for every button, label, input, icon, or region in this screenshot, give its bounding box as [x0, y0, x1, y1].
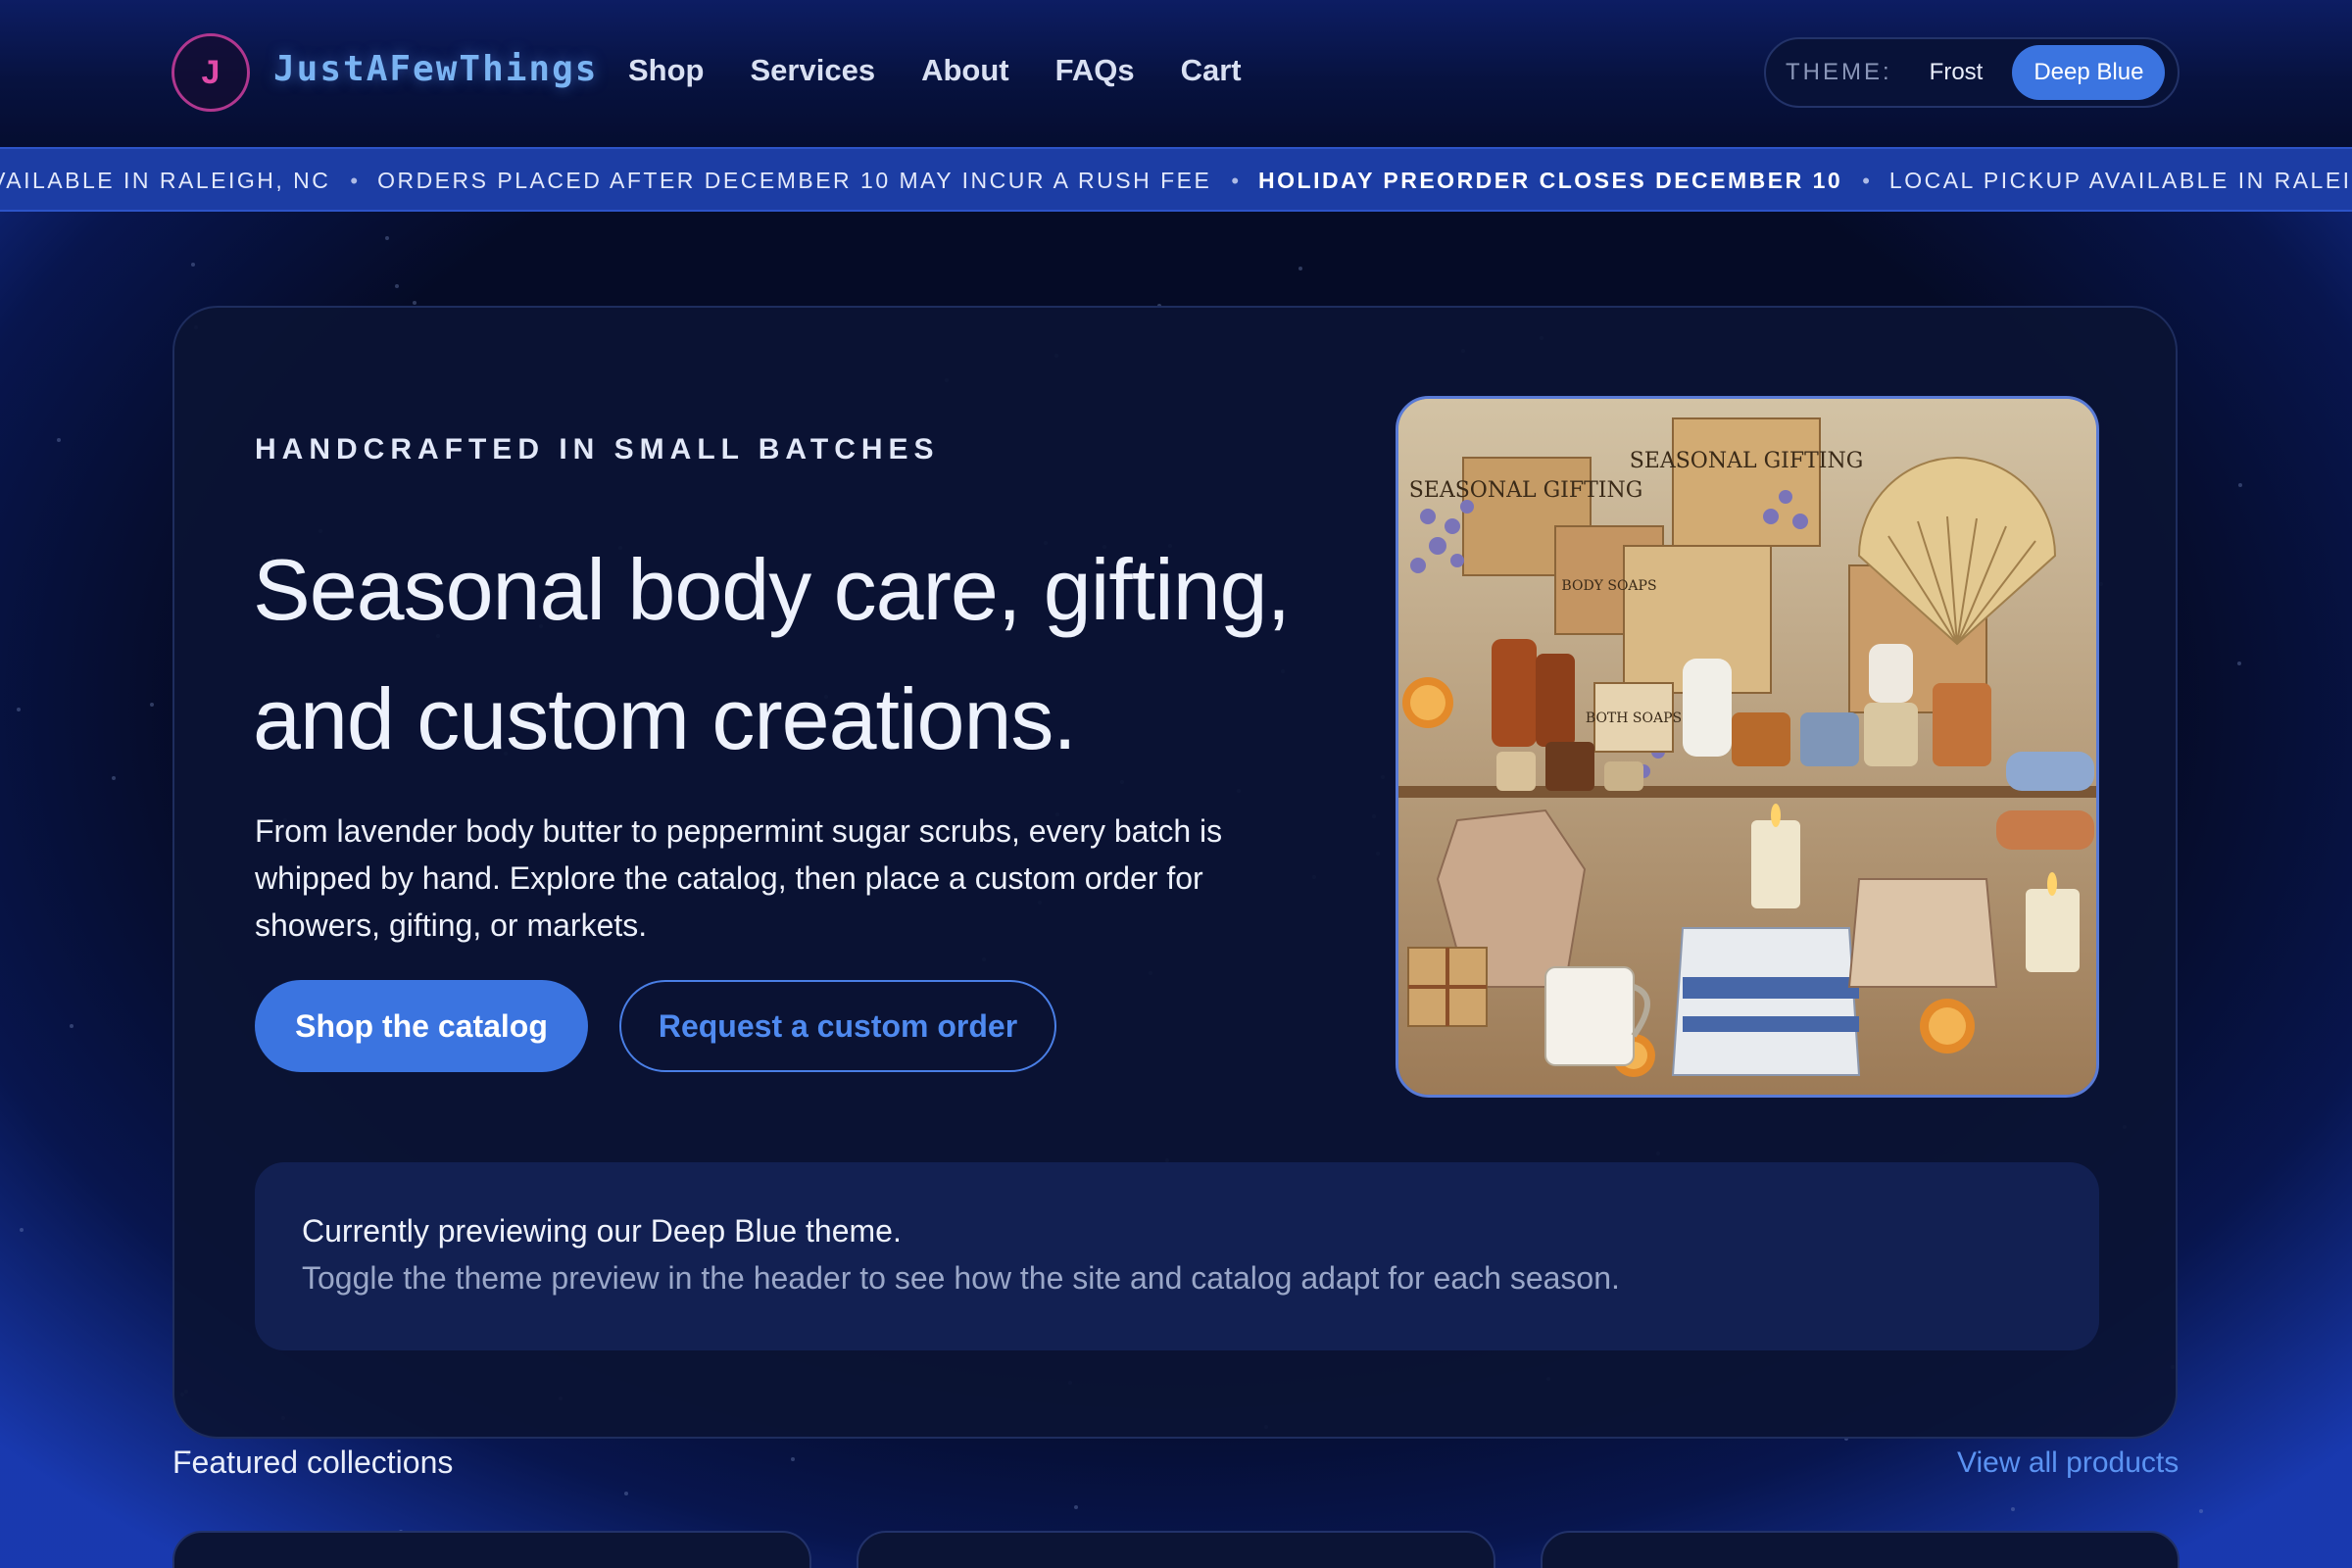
box-label: BOTH SOAPS — [1586, 710, 1682, 726]
view-all-products-link[interactable]: View all products — [1957, 1446, 2179, 1480]
star-dot — [413, 301, 416, 305]
ticker-track: AVAILABLE IN RALEIGH, NC • ORDERS PLACED… — [0, 168, 2352, 194]
nav-services[interactable]: Services — [751, 53, 876, 88]
star-dot — [112, 776, 116, 780]
star-dot — [791, 1457, 795, 1461]
star-dot — [20, 1228, 24, 1232]
star-dot — [70, 1024, 74, 1028]
star-dot — [1074, 1505, 1078, 1509]
main-nav: Shop Services About FAQs Cart — [628, 53, 1242, 88]
shop-catalog-button[interactable]: Shop the catalog — [255, 980, 588, 1072]
star-dot — [2199, 1509, 2203, 1513]
star-dot — [191, 263, 195, 267]
nav-shop[interactable]: Shop — [628, 53, 705, 88]
hero-card: HANDCRAFTED IN SMALL BATCHES Seasonal bo… — [172, 306, 2178, 1439]
collection-card[interactable] — [172, 1531, 811, 1568]
note-text: Toggle the theme preview in the header t… — [302, 1260, 1620, 1296]
featured-collections-heading: Featured collections — [172, 1445, 454, 1480]
collection-card[interactable] — [1541, 1531, 2180, 1568]
star-dot — [385, 236, 389, 240]
theme-switcher: THEME: Frost Deep Blue — [1764, 37, 2180, 108]
logo-badge[interactable]: J — [172, 33, 250, 112]
custom-order-button[interactable]: Request a custom order — [619, 980, 1056, 1072]
announcement-ticker: AVAILABLE IN RALEIGH, NC • ORDERS PLACED… — [0, 147, 2352, 212]
brand-name[interactable]: JustAFewThings — [273, 49, 598, 89]
nav-cart[interactable]: Cart — [1181, 53, 1242, 88]
star-dot — [17, 708, 21, 711]
nav-faqs[interactable]: FAQs — [1055, 53, 1135, 88]
star-dot — [2011, 1507, 2015, 1511]
star-dot — [624, 1492, 628, 1495]
hero-product-image: SEASONAL GIFTING SEASONAL GIFTING BODY S… — [1396, 396, 2099, 1098]
ticker-separator: • — [350, 168, 359, 193]
theme-option-deep-blue[interactable]: Deep Blue — [2012, 45, 2166, 100]
theme-label: THEME: — [1786, 59, 1892, 85]
star-dot — [150, 703, 154, 707]
ticker-item: ORDERS PLACED AFTER DECEMBER 10 MAY INCU… — [377, 168, 1212, 193]
star-dot — [2237, 662, 2241, 665]
hero-headline: Seasonal body care, gifting, and custom … — [253, 541, 1291, 767]
note-title: Currently previewing our Deep Blue theme… — [302, 1213, 902, 1249]
ticker-item: LOCAL PICKUP AVAILABLE IN RALEIGH, NC — [1888, 168, 2352, 193]
gift-collage-illustration: SEASONAL GIFTING SEASONAL GIFTING BODY S… — [1398, 399, 2096, 1095]
theme-option-frost[interactable]: Frost — [1930, 59, 1984, 86]
star-dot — [57, 438, 61, 442]
collection-card[interactable] — [857, 1531, 1495, 1568]
ticker-item: AVAILABLE IN RALEIGH, NC — [0, 168, 331, 193]
ticker-separator: • — [1862, 168, 1870, 193]
star-dot — [395, 284, 399, 288]
box-label: BODY SOAPS — [1561, 578, 1656, 594]
star-dot — [2238, 483, 2242, 487]
hero-eyebrow: HANDCRAFTED IN SMALL BATCHES — [255, 433, 940, 466]
box-label: SEASONAL GIFTING — [1409, 478, 1643, 503]
theme-preview-note: Currently previewing our Deep Blue theme… — [255, 1162, 2099, 1350]
site-header: J JustAFewThings Shop Services About FAQ… — [0, 0, 2352, 147]
hero-description: From lavender body butter to peppermint … — [255, 813, 1223, 943]
ticker-item-highlight: HOLIDAY PREORDER CLOSES DECEMBER 10 — [1258, 168, 1843, 193]
star-dot — [1298, 267, 1302, 270]
box-label: SEASONAL GIFTING — [1630, 449, 1864, 473]
nav-about[interactable]: About — [921, 53, 1009, 88]
ticker-separator: • — [1231, 168, 1240, 193]
